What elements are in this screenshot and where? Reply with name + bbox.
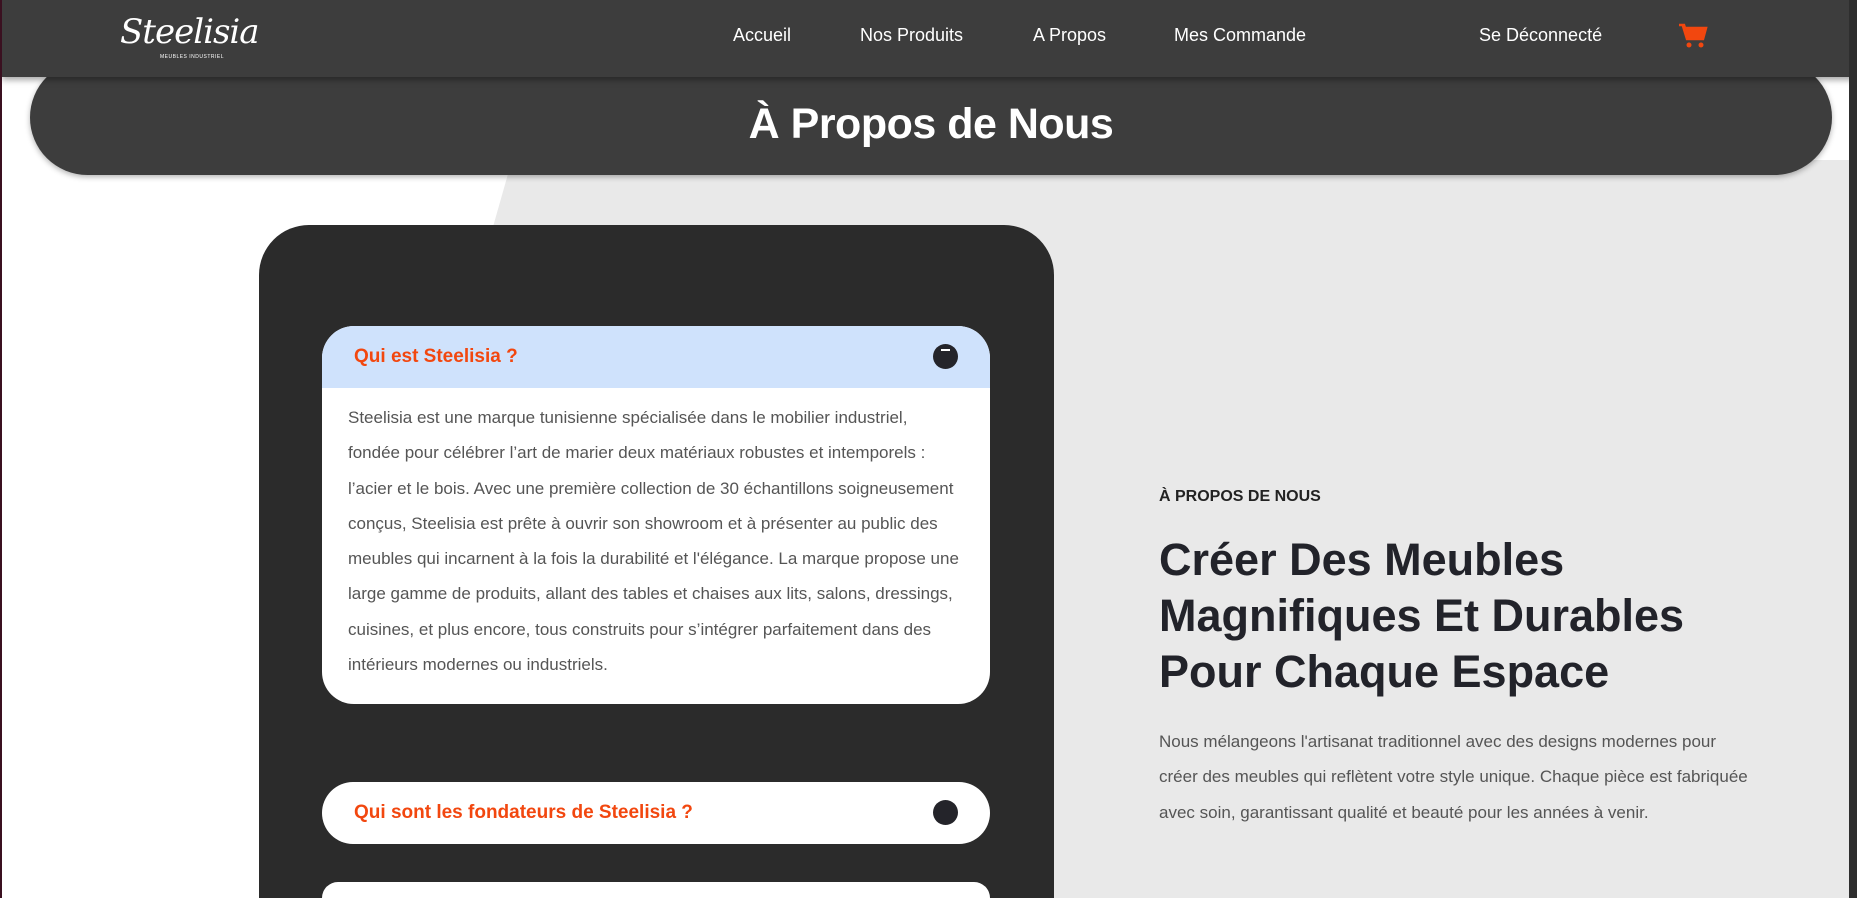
page-title: À Propos de Nous [748,100,1114,148]
logo-text: Steelisia [120,12,260,52]
expand-icon[interactable] [933,800,958,825]
faq-item[interactable] [322,882,990,898]
faq-item: Qui sont les fondateurs de Steelisia ? [322,782,990,844]
section-paragraph: Nous mélangeons l'artisanat traditionnel… [1159,732,1748,822]
logo-subtitle: MEUBLES INDUSTRIEL [160,54,225,60]
section-heading: Créer Des Meubles Magnifiques Et Durable… [1159,534,1685,697]
faq-question-button[interactable]: Qui sont les fondateurs de Steelisia ? [322,782,990,844]
faq-item: Qui est Steelisia ? Steelisia est une ma… [322,326,990,705]
nav-mes-commande[interactable]: Mes Commande [1174,25,1306,46]
shopping-cart-icon[interactable] [1678,22,1708,50]
logout-link[interactable]: Se Déconnecté [1479,25,1602,46]
faq-question: Qui sont les fondateurs de Steelisia ? [354,802,693,823]
nav-accueil[interactable]: Accueil [733,25,791,46]
section-eyebrow: À PROPOS DE NOUS [1159,488,1321,505]
faq-question: Qui est Steelisia ? [354,346,518,367]
page: Steelisia MEUBLES INDUSTRIEL Accueil Nos… [0,0,1857,898]
nav-a-propos[interactable]: A Propos [1033,25,1106,46]
faq-question-button[interactable]: Qui est Steelisia ? [322,326,990,388]
logo[interactable]: Steelisia MEUBLES INDUSTRIEL [120,10,260,68]
navbar: Steelisia MEUBLES INDUSTRIEL Accueil Nos… [2,0,1849,77]
page-banner: À Propos de Nous [30,60,1832,175]
collapse-icon[interactable] [933,344,958,369]
faq-answer: Steelisia est une marque tunisienne spéc… [348,408,959,675]
nav-nos-produits[interactable]: Nos Produits [860,25,963,46]
